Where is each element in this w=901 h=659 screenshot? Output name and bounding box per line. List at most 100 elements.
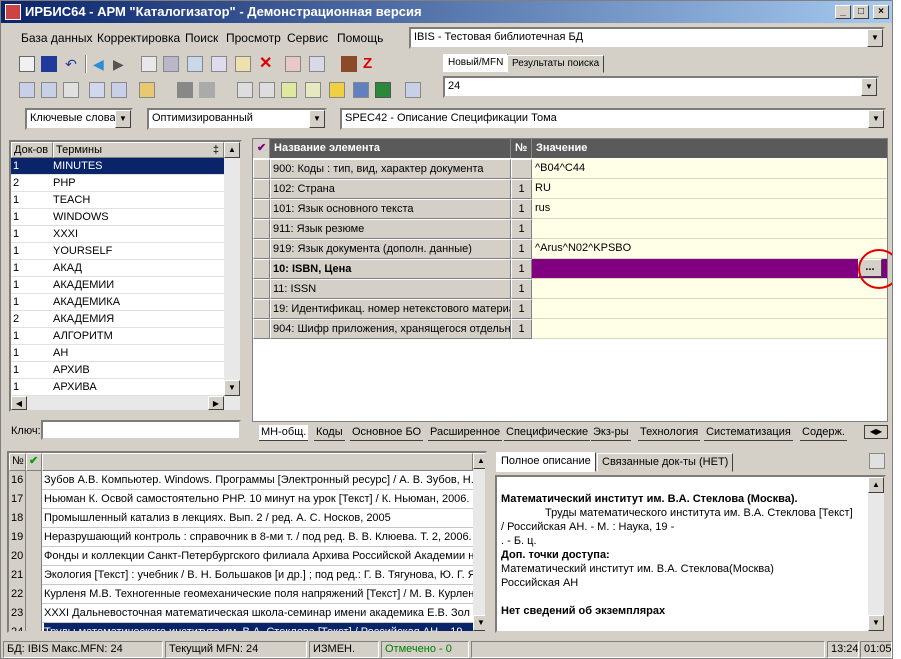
row-indicator[interactable] [253,279,270,299]
dictionary-mode-select[interactable]: Ключевые слова ▼ [25,108,133,130]
edit-icon[interactable] [235,56,251,72]
print-icon[interactable] [237,82,253,98]
worksheet-tab[interactable]: Содерж. [800,425,847,441]
worksheet-tab[interactable]: Основное БО [350,425,424,441]
help-icon[interactable] [405,82,421,98]
excel-icon[interactable] [375,82,391,98]
menu-edit[interactable]: Корректировка [97,31,180,45]
document-list[interactable]: № ✔ 16 Зубов А.В. Компьютер. Windows. Про… [7,451,487,633]
term-row[interactable]: 1 АН [11,345,224,362]
minimize-button[interactable]: _ [835,5,851,19]
term-row[interactable]: 1 WINDOWS [11,209,224,226]
field-row[interactable]: 911: Язык резюме 1 [253,219,887,239]
document-row[interactable]: 22 Курленя М.В. Техногенные геомеханическ… [9,585,474,604]
row-indicator[interactable] [253,259,270,279]
tab-linked-documents[interactable]: Связанные док-ты (НЕТ) [597,453,734,472]
worksheet-tab[interactable]: Коды [314,425,345,441]
row-indicator[interactable] [253,299,270,319]
scroll-down-icon[interactable]: ▼ [473,615,485,631]
menu-search[interactable]: Поиск [185,31,218,45]
menu-help[interactable]: Помощь [337,31,383,45]
column-header-element-name[interactable]: Название элемента [270,139,511,158]
field-row[interactable]: 904: Шифр приложения, хранящегося отдель… [253,319,887,339]
term-row[interactable]: 1 АКАДЕМИКА [11,294,224,311]
grid-icon[interactable] [163,56,179,72]
terms-scrollbar[interactable]: ▲ ▼ [224,142,240,396]
document-checkbox[interactable] [26,585,42,604]
row-indicator[interactable] [253,219,270,239]
maximize-button[interactable]: □ [853,5,869,19]
undo-icon[interactable]: ↶ [63,56,79,72]
search-doc-icon[interactable] [41,82,57,98]
delete-icon[interactable]: ✕ [259,56,275,72]
barcode-icon[interactable] [341,56,357,72]
worksheet-tab[interactable]: Расширенное [428,425,503,441]
field-row[interactable]: 101: Язык основного текста 1 rus [253,199,887,219]
term-row[interactable]: 1 АЛГОРИТМ [11,328,224,345]
document-checkbox[interactable] [26,471,42,490]
scroll-up-icon[interactable]: ▲ [473,453,485,469]
export-icon[interactable] [285,56,301,72]
document-checkbox[interactable] [26,566,42,585]
close-button[interactable]: × [873,5,889,19]
worksheet-tab[interactable]: Специфические [504,425,591,441]
field-row[interactable]: 10: ISBN, Цена 1 [253,259,887,279]
arrow-right-icon[interactable]: ▶ [113,56,129,72]
print-description-icon[interactable] [869,453,885,469]
field-row[interactable]: 102: Страна 1 RU [253,179,887,199]
view-icon[interactable] [177,82,193,98]
row-indicator[interactable] [253,159,270,179]
description-scrollbar[interactable]: ▲ ▼ [868,477,884,631]
column-header-num[interactable]: № [9,453,26,471]
field-value[interactable] [532,259,887,279]
menu-view[interactable]: Просмотр [226,31,281,45]
field-row[interactable]: 19: Идентификац. номер нетекстового мате… [253,299,887,319]
document-checkbox[interactable] [26,623,42,631]
worksheet-select[interactable]: SPEC42 - Описание Спецификации Тома ▼ [340,108,886,130]
list-icon[interactable] [111,82,127,98]
field-grid[interactable]: ✔ Название элемента № Значение 900: Коды… [252,138,888,422]
field-value[interactable] [532,279,887,299]
database-select[interactable]: IBIS - Тестовая библиотечная БД ▼ [409,27,885,49]
z-icon[interactable]: Z [363,56,379,72]
term-row[interactable]: 1 АКАД [11,260,224,277]
tab-full-description[interactable]: Полное описание [496,452,596,472]
print-list-icon[interactable] [259,82,275,98]
document-row[interactable]: 24 Труды математического института им. В.… [9,623,474,631]
term-row[interactable]: 2 PHP [11,175,224,192]
mfn-input[interactable]: 24 ▼ [443,76,879,98]
folder-icon[interactable] [199,82,215,98]
term-row[interactable]: 1 АРХИВ [11,362,224,379]
field-value[interactable]: rus [532,199,887,219]
chevron-down-icon[interactable]: ▼ [309,110,325,128]
document-checkbox[interactable] [26,547,42,566]
field-row[interactable]: 900: Коды : тип, вид, характер документа… [253,159,887,179]
document-checkbox[interactable] [26,604,42,623]
chart-icon[interactable] [353,82,369,98]
term-row[interactable]: 1 YOURSELF [11,243,224,260]
row-indicator[interactable] [253,239,270,259]
row-indicator[interactable] [253,179,270,199]
chevron-down-icon[interactable]: ▼ [115,110,131,128]
field-value[interactable]: ^B04^C44 [532,159,887,179]
field-value[interactable] [532,219,887,239]
document-row[interactable]: 20 Фонды и коллекции Санкт-Петербургского… [9,547,474,566]
term-row[interactable]: 1 АКАДЕМИИ [11,277,224,294]
column-header-terms[interactable]: Термины ‡ [53,142,224,158]
document-checkbox[interactable] [26,490,42,509]
folder-open-icon[interactable] [305,82,321,98]
copy-icon[interactable] [281,82,297,98]
key-input[interactable] [41,420,241,440]
document-row[interactable]: 23 XXXI Дальневосточная математическая шк… [9,604,473,623]
scroll-up-icon[interactable]: ▲ [224,142,240,158]
tree-icon[interactable] [211,56,227,72]
tab-new-mfn[interactable]: Новый/MFN [443,54,509,72]
hand-icon[interactable] [139,82,155,98]
term-row[interactable]: 1 АРХИВА [11,379,224,396]
check-icon[interactable]: ✔ [26,453,42,471]
pin-icon[interactable]: ‡ [213,143,219,158]
document-checkbox[interactable] [26,528,42,547]
terms-hscrollbar[interactable]: ◀ ▶ [11,396,240,410]
worksheet-tab[interactable]: Систематизация [704,425,793,441]
chevron-down-icon[interactable]: ▼ [867,29,883,47]
